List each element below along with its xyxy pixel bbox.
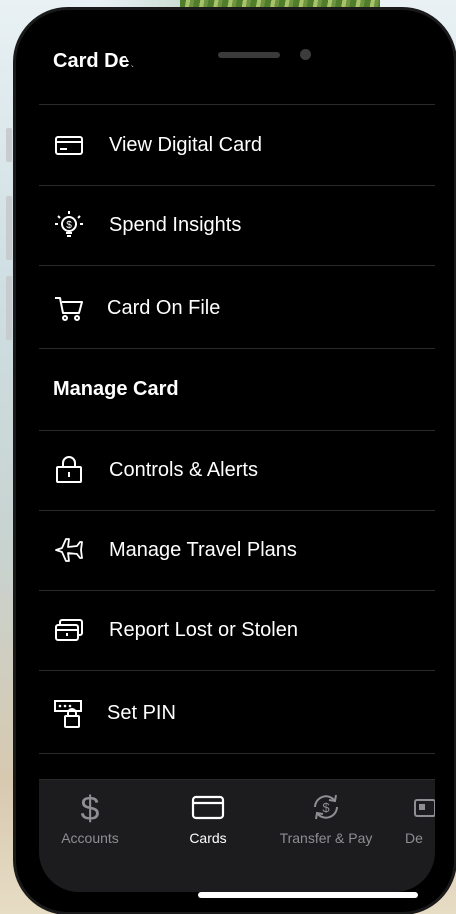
phone-frame: Card Details View Digital Card $ Spend I… <box>16 10 454 912</box>
pin-pad-lock-icon <box>54 700 82 728</box>
credit-card-icon <box>191 795 225 820</box>
menu-item-label: View Digital Card <box>109 133 263 156</box>
transfer-arrows-icon: $ <box>314 794 338 820</box>
menu-item-set-pin[interactable]: Set PIN <box>39 673 435 753</box>
menu-item-label: Controls & Alerts <box>109 458 258 481</box>
svg-text:$: $ <box>322 800 330 815</box>
volume-up-button <box>6 196 12 260</box>
tab-deposit[interactable]: De <box>391 790 435 846</box>
lock-icon <box>56 456 82 483</box>
menu-item-manage-travel-plans[interactable]: Manage Travel Plans <box>39 510 435 590</box>
report-card-icon <box>55 619 83 641</box>
tab-transfer-pay[interactable]: $ Transfer & Pay <box>271 790 381 846</box>
lightbulb-dollar-icon: $ <box>55 211 83 237</box>
menu-item-label: Card On File <box>107 296 221 319</box>
divider <box>39 670 435 671</box>
tab-accounts[interactable]: $ Accounts <box>39 790 145 846</box>
shopping-cart-icon <box>55 297 83 321</box>
menu-item-label: Set PIN <box>107 701 176 724</box>
menu-item-controls-alerts[interactable]: Controls & Alerts <box>39 430 435 510</box>
menu-item-view-digital-card[interactable]: View Digital Card <box>39 105 435 185</box>
phone-notch <box>124 22 351 74</box>
speaker-grille <box>218 52 280 58</box>
divider <box>39 753 435 754</box>
mute-switch <box>6 128 12 162</box>
menu-item-label: Manage Travel Plans <box>109 538 297 561</box>
tab-cards[interactable]: Cards <box>153 790 263 846</box>
menu-item-card-on-file[interactable]: Card On File <box>39 268 435 348</box>
dollar-icon: $ <box>81 790 100 824</box>
home-indicator[interactable] <box>198 892 418 898</box>
volume-down-button <box>6 276 12 340</box>
menu-item-label: Spend Insights <box>109 213 242 236</box>
svg-text:$: $ <box>81 790 100 824</box>
menu-item-label: Report Lost or Stolen <box>109 618 298 641</box>
credit-card-icon <box>55 136 83 155</box>
svg-text:$: $ <box>66 220 72 231</box>
divider <box>39 348 435 349</box>
tab-label: De <box>405 830 423 846</box>
tab-bar: $ Accounts Cards $ Transfer & Pay De <box>39 779 435 892</box>
airplane-icon <box>55 538 83 562</box>
tab-label: Cards <box>189 830 227 846</box>
tab-label: Accounts <box>61 830 119 846</box>
check-deposit-icon <box>414 799 435 817</box>
tab-label: Transfer & Pay <box>279 830 373 846</box>
phone-screen: Card Details View Digital Card $ Spend I… <box>39 32 435 892</box>
section-manage-card: Manage Card <box>53 378 179 400</box>
menu-item-spend-insights[interactable]: $ Spend Insights <box>39 185 435 265</box>
front-camera <box>300 49 311 60</box>
divider <box>39 265 435 266</box>
menu-item-report-lost-stolen[interactable]: Report Lost or Stolen <box>39 590 435 670</box>
